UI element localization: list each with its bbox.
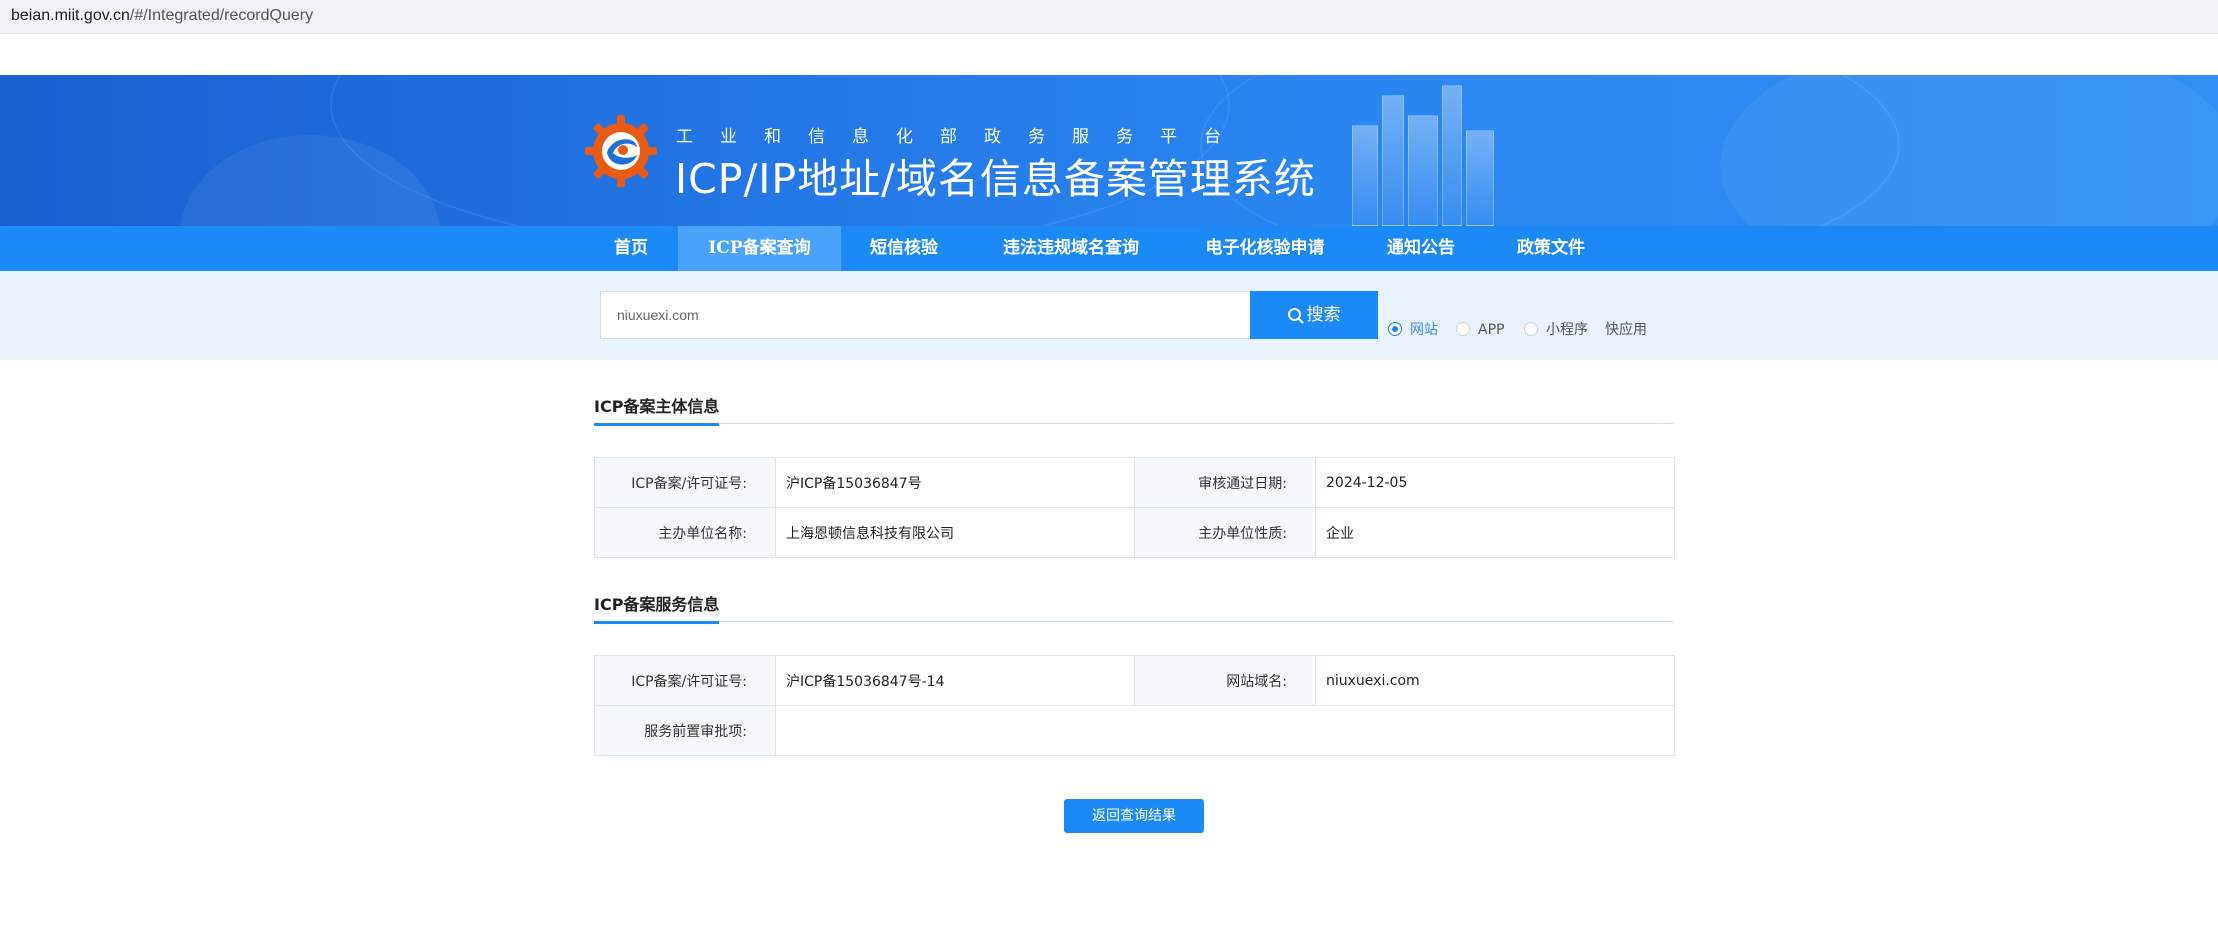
main-nav: 首页 ICP备案查询 短信核验 违法违规域名查询 电子化核验申请 通知公告 政策… bbox=[0, 226, 2218, 271]
banner-building bbox=[1466, 130, 1494, 226]
radio-label: 网站 bbox=[1410, 322, 1438, 338]
radio-mini-program[interactable]: 小程序 bbox=[1524, 321, 1588, 341]
header-banner: 工业和信息化部政务服务平台 ICP/IP地址/域名信息备案管理系统 bbox=[0, 75, 2218, 226]
radio-icon bbox=[1456, 322, 1470, 336]
service-info-header: ICP备案服务信息 bbox=[594, 591, 1674, 624]
nav-icp-query[interactable]: ICP备案查询 bbox=[678, 226, 841, 271]
radio-label: 小程序 bbox=[1546, 322, 1588, 338]
service-info-table: ICP备案/许可证号: 沪ICP备15036847号-14 网站域名: niux… bbox=[594, 655, 1675, 756]
nav-policy-docs[interactable]: 政策文件 bbox=[1500, 226, 1602, 271]
radio-icon bbox=[1524, 322, 1538, 336]
field-label: ICP备案/许可证号: bbox=[594, 457, 776, 508]
nav-sms-verify[interactable]: 短信核验 bbox=[853, 226, 955, 271]
section-title: ICP备案主体信息 bbox=[594, 393, 720, 426]
nav-electronic-verify[interactable]: 电子化核验申请 bbox=[1190, 226, 1340, 271]
field-label: 网站域名: bbox=[1134, 655, 1316, 706]
banner-building bbox=[1442, 85, 1462, 226]
field-label: 主办单位名称: bbox=[594, 507, 776, 558]
field-label: ICP备案/许可证号: bbox=[594, 655, 776, 706]
section-title: ICP备案服务信息 bbox=[594, 591, 720, 624]
search-input[interactable]: niuxuexi.com bbox=[600, 291, 1251, 339]
table-row: 主办单位名称: 上海恩顿信息科技有限公司 主办单位性质: 企业 bbox=[594, 507, 1675, 558]
back-to-results-button[interactable]: 返回查询结果 bbox=[1064, 799, 1204, 833]
table-row: ICP备案/许可证号: 沪ICP备15036847号-14 网站域名: niux… bbox=[594, 655, 1675, 706]
system-title: ICP/IP地址/域名信息备案管理系统 bbox=[675, 155, 1316, 203]
search-button-label: 搜索 bbox=[1306, 305, 1341, 325]
search-bar-area: niuxuexi.com 搜索 网站 APP 小程序 快应用 bbox=[0, 271, 2218, 360]
subject-info-header: ICP备案主体信息 bbox=[594, 393, 1674, 426]
organizer-type: 企业 bbox=[1315, 507, 1675, 558]
table-row: ICP备案/许可证号: 沪ICP备15036847号 审核通过日期: 2024-… bbox=[594, 457, 1675, 508]
radio-label: APP bbox=[1478, 322, 1505, 338]
radio-quick-app[interactable]: 快应用 bbox=[1597, 321, 1647, 341]
icp-license-number: 沪ICP备15036847号 bbox=[775, 457, 1135, 508]
banner-building bbox=[1352, 125, 1378, 226]
nav-notices[interactable]: 通知公告 bbox=[1370, 226, 1472, 271]
url-text[interactable]: beian.miit.gov.cn/#/Integrated/recordQue… bbox=[11, 7, 313, 25]
radio-app[interactable]: APP bbox=[1456, 321, 1504, 341]
table-row: 服务前置审批项: bbox=[594, 705, 1675, 756]
miit-gear-logo-icon bbox=[583, 113, 659, 189]
platform-subtitle: 工业和信息化部政务服务平台 bbox=[676, 127, 1248, 147]
url-host: beian.miit.gov.cn bbox=[11, 7, 130, 24]
radio-icon bbox=[1388, 322, 1402, 336]
banner-building bbox=[1408, 115, 1438, 226]
pre-approval-items bbox=[775, 705, 1675, 756]
search-button[interactable]: 搜索 bbox=[1250, 291, 1378, 339]
approval-date: 2024-12-05 bbox=[1315, 457, 1675, 508]
field-label: 主办单位性质: bbox=[1134, 507, 1316, 558]
field-label: 审核通过日期: bbox=[1134, 457, 1316, 508]
field-label: 服务前置审批项: bbox=[594, 705, 776, 756]
service-license-number: 沪ICP备15036847号-14 bbox=[775, 655, 1135, 706]
subject-info-table: ICP备案/许可证号: 沪ICP备15036847号 审核通过日期: 2024-… bbox=[594, 457, 1675, 558]
nav-home[interactable]: 首页 bbox=[594, 226, 668, 271]
banner-building bbox=[1382, 95, 1404, 226]
url-path: /#/Integrated/recordQuery bbox=[129, 7, 314, 24]
nav-illegal-domain-query[interactable]: 违法违规域名查询 bbox=[985, 226, 1157, 271]
radio-website[interactable]: 网站 bbox=[1388, 321, 1438, 341]
search-icon bbox=[1287, 308, 1301, 321]
organizer-name: 上海恩顿信息科技有限公司 bbox=[775, 507, 1135, 558]
radio-label: 快应用 bbox=[1605, 322, 1647, 338]
browser-address-bar[interactable]: beian.miit.gov.cn/#/Integrated/recordQue… bbox=[0, 0, 2218, 34]
website-domain: niuxuexi.com bbox=[1315, 655, 1675, 706]
